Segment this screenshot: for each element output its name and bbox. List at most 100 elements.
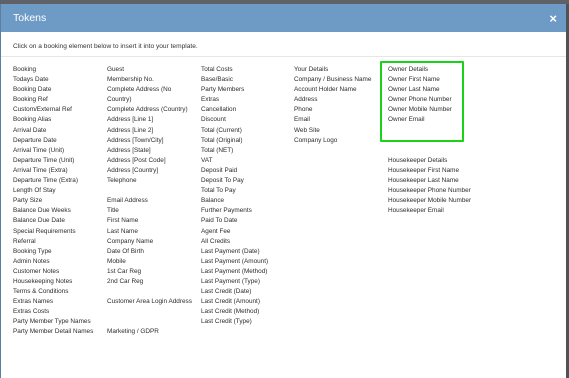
token-item[interactable]: Deposit Paid [201, 166, 268, 176]
token-item[interactable]: Address [Country] [107, 166, 192, 176]
token-item[interactable]: Party Member Detail Names [13, 327, 93, 337]
token-item[interactable]: Last Payment (Type) [201, 277, 268, 287]
token-item[interactable]: Total (Original) [201, 136, 268, 146]
token-item[interactable]: Housekeeper Email [388, 206, 471, 216]
token-item[interactable]: Total (NET) [201, 146, 268, 156]
token-item[interactable]: Last Credit (Amount) [201, 297, 268, 307]
token-item[interactable]: Title [107, 206, 192, 216]
token-item[interactable]: Booking Type [13, 247, 93, 257]
dialog-title: Tokens [13, 12, 47, 24]
token-item[interactable]: Company / Business Name [294, 75, 371, 85]
token-item[interactable]: Your Details [294, 65, 371, 75]
token-item[interactable]: Last Payment (Amount) [201, 257, 268, 267]
token-item[interactable]: Agent Fee [201, 227, 268, 237]
token-item[interactable]: Cancellation [201, 105, 268, 115]
token-item[interactable]: Party Members [201, 85, 268, 95]
token-item[interactable]: Total To Pay [201, 186, 268, 196]
token-item[interactable]: Address [Line 1] [107, 115, 192, 125]
token-item[interactable]: Customer Notes [13, 267, 93, 277]
token-item[interactable]: Phone [294, 105, 371, 115]
token-item[interactable]: Todays Date [13, 75, 93, 85]
token-item[interactable]: Owner Phone Number [388, 95, 471, 105]
token-item[interactable]: Special Requirements [13, 227, 93, 237]
token-item[interactable]: Last Payment (Method) [201, 267, 268, 277]
token-item[interactable]: Party Size [13, 196, 93, 206]
token-item[interactable]: Last Credit (Type) [201, 317, 268, 327]
token-item[interactable]: First Name [107, 216, 192, 226]
token-item[interactable]: Arrival Time (Extra) [13, 166, 93, 176]
token-item[interactable]: Extras [201, 95, 268, 105]
token-item[interactable]: Custom/External Ref [13, 105, 93, 115]
token-item[interactable]: Marketing / GDPR [107, 327, 192, 337]
token-item[interactable]: Date Of Birth [107, 247, 192, 257]
token-item[interactable]: Housekeeper Mobile Number [388, 196, 471, 206]
token-item[interactable]: Owner Email [388, 115, 471, 125]
token-item[interactable]: Terms & Conditions [13, 287, 93, 297]
token-item[interactable]: Base/Basic [201, 75, 268, 85]
token-item[interactable]: Party Member Type Names [13, 317, 93, 327]
token-item[interactable]: Membership No. [107, 75, 192, 85]
token-item[interactable]: Departure Time (Extra) [13, 176, 93, 186]
token-item[interactable]: Guest [107, 65, 192, 75]
token-item[interactable]: Referral [13, 237, 93, 247]
token-spacer [107, 186, 192, 196]
token-item[interactable]: Balance [201, 196, 268, 206]
token-item[interactable]: Last Name [107, 227, 192, 237]
token-item[interactable]: Departure Date [13, 136, 93, 146]
token-item[interactable]: Housekeeper First Name [388, 166, 471, 176]
token-item[interactable]: Total Costs [201, 65, 268, 75]
token-item[interactable]: Owner Details [388, 65, 471, 75]
close-icon[interactable]: × [549, 12, 557, 25]
token-item[interactable]: Country) [107, 95, 192, 105]
token-item[interactable]: Housekeeper Phone Number [388, 186, 471, 196]
token-item[interactable]: Last Payment (Date) [201, 247, 268, 257]
token-item[interactable]: Booking [13, 65, 93, 75]
token-item[interactable]: Owner Last Name [388, 85, 471, 95]
token-item[interactable]: Account Holder Name [294, 85, 371, 95]
token-item[interactable]: Extras Names [13, 297, 93, 307]
token-item[interactable]: Admin Notes [13, 257, 93, 267]
token-item[interactable]: Booking Date [13, 85, 93, 95]
token-item[interactable]: VAT [201, 156, 268, 166]
token-item[interactable]: All Credits [201, 237, 268, 247]
token-item[interactable]: Discount [201, 115, 268, 125]
token-item[interactable]: Email [294, 115, 371, 125]
token-item[interactable]: Housekeeper Details [388, 156, 471, 166]
token-item[interactable]: Complete Address (Country) [107, 105, 192, 115]
token-item[interactable]: Arrival Date [13, 126, 93, 136]
token-item[interactable]: Customer Area Login Address [107, 297, 192, 307]
token-item[interactable]: Last Credit (Date) [201, 287, 268, 297]
token-item[interactable]: Last Credit (Method) [201, 307, 268, 317]
token-item[interactable]: Housekeeping Notes [13, 277, 93, 287]
token-item[interactable]: Company Logo [294, 136, 371, 146]
token-item[interactable]: Address [State] [107, 146, 192, 156]
token-item[interactable]: Owner Mobile Number [388, 105, 471, 115]
token-item[interactable]: Address [Town/City] [107, 136, 192, 146]
token-item[interactable]: Address [Post Code] [107, 156, 192, 166]
token-item[interactable]: Departure Time (Unit) [13, 156, 93, 166]
token-item[interactable]: Complete Address (No [107, 85, 192, 95]
token-item[interactable]: Booking Alias [13, 115, 93, 125]
token-item[interactable]: Owner First Name [388, 75, 471, 85]
token-item[interactable]: 1st Car Reg [107, 267, 192, 277]
token-spacer [107, 317, 192, 327]
token-item[interactable]: Address [Line 2] [107, 126, 192, 136]
token-item[interactable]: Length Of Stay [13, 186, 93, 196]
token-item[interactable]: Balance Due Date [13, 216, 93, 226]
token-item[interactable]: Email Address [107, 196, 192, 206]
token-item[interactable]: Housekeeper Last Name [388, 176, 471, 186]
token-item[interactable]: 2nd Car Reg [107, 277, 192, 287]
token-item[interactable]: Address [294, 95, 371, 105]
token-item[interactable]: Arrival Time (Unit) [13, 146, 93, 156]
token-item[interactable]: Extras Costs [13, 307, 93, 317]
token-item[interactable]: Company Name [107, 237, 192, 247]
token-item[interactable]: Further Payments [201, 206, 268, 216]
token-item[interactable]: Balance Due Weeks [13, 206, 93, 216]
token-item[interactable]: Web Site [294, 126, 371, 136]
token-item[interactable]: Deposit To Pay [201, 176, 268, 186]
token-item[interactable]: Total (Current) [201, 126, 268, 136]
token-item[interactable]: Telephone [107, 176, 192, 186]
token-item[interactable]: Paid To Date [201, 216, 268, 226]
token-item[interactable]: Booking Ref [13, 95, 93, 105]
token-item[interactable]: Mobile [107, 257, 192, 267]
